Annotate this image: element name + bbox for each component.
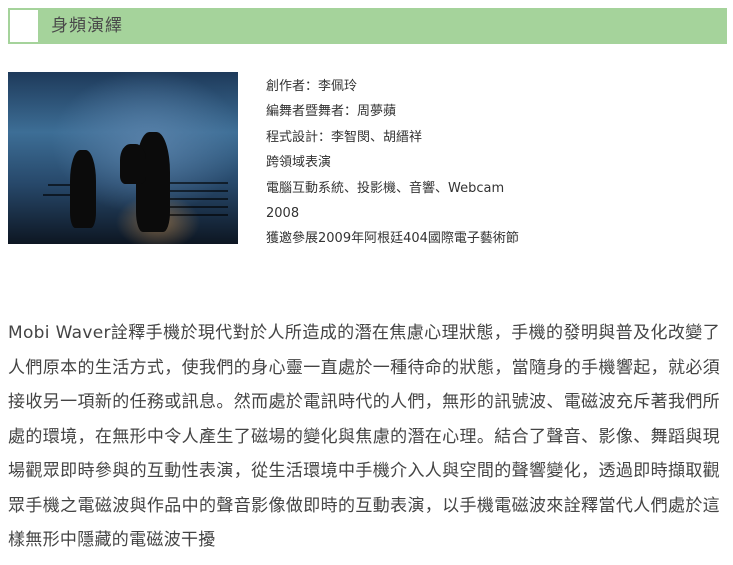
credit-programming: 程式設計：李智閔、胡縉祥 [266, 129, 423, 145]
credit-choreographer: 編舞者暨舞者：周夢蘋 [266, 104, 397, 120]
dancer-figure [120, 144, 146, 184]
projection-line [168, 206, 228, 208]
dancer-figure [70, 150, 96, 228]
credit-year: 2008 [266, 206, 300, 222]
credits-list: 創作者：李佩玲 編舞者暨舞者：周夢蘋 程式設計：李智閔、胡縉祥 跨領域表演 電腦… [266, 74, 519, 252]
header-marker [10, 10, 38, 42]
work-description: Mobi Waver詮釋手機於現代對於人所造成的潛在焦慮心理狀態，手機的發明與普… [8, 323, 720, 550]
credit-exhibition: 獲邀參展2009年阿根廷404國際電子藝術節 [266, 231, 519, 247]
credit-category: 跨領域表演 [266, 155, 332, 171]
credit-media: 電腦互動系統、投影機、音響、Webcam [266, 180, 505, 196]
section-header: 身頻演繹 [8, 8, 727, 44]
performance-photo [8, 72, 238, 244]
section-title: 身頻演繹 [51, 16, 123, 36]
credit-creator: 創作者：李佩玲 [266, 79, 358, 94]
